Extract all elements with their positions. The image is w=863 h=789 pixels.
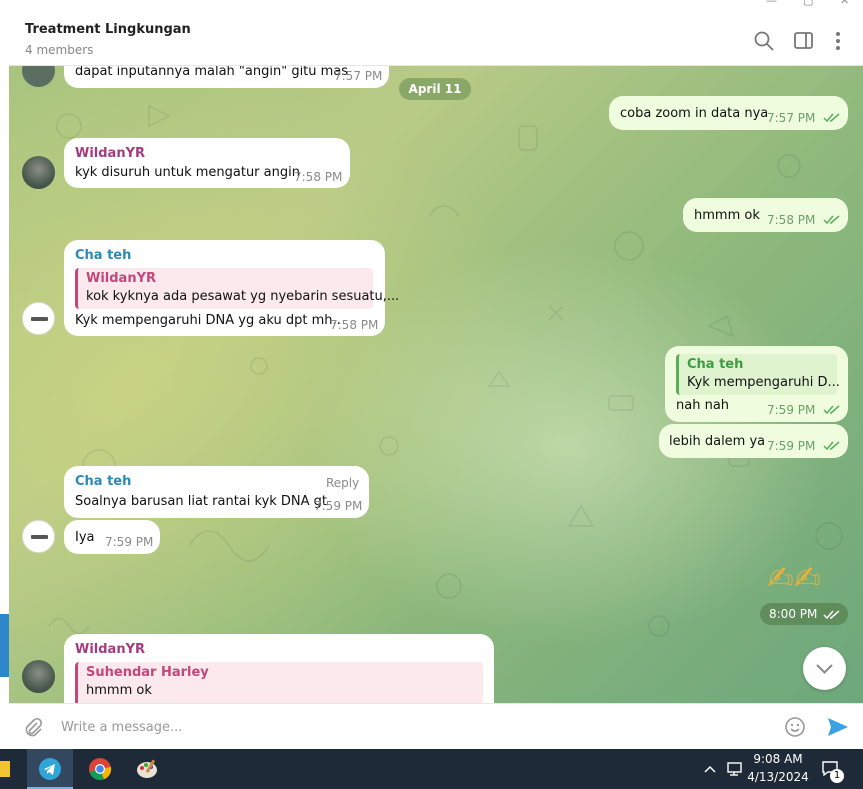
sender-name[interactable]: Cha teh	[75, 248, 131, 263]
message-text: Soalnya barusan liat rantai kyk DNA gt	[75, 494, 328, 509]
quote-sender: Cha teh	[687, 357, 744, 372]
read-checkmark-icon	[823, 610, 840, 620]
message-input[interactable]: Write a message...	[61, 720, 182, 735]
quote-text: kok kyknya ada pesawat yg nyebarin sesua…	[86, 289, 400, 304]
chrome-icon	[89, 758, 112, 781]
reply-quote[interactable]: WildanYR kok kyknya ada pesawat yg nyeba…	[75, 268, 399, 309]
reply-quote[interactable]: Cha teh Kyk mempengaruhi D...	[676, 354, 840, 395]
network-icon[interactable]	[726, 761, 744, 777]
read-checkmark-icon	[823, 215, 840, 225]
avatar[interactable]	[22, 660, 55, 693]
read-checkmark-icon	[823, 405, 840, 415]
taskbar-chrome[interactable]	[77, 749, 123, 789]
emoji-icon[interactable]	[784, 716, 806, 738]
avatar[interactable]	[22, 302, 55, 335]
message-bubble[interactable]: Cha teh WildanYR kok kyknya ada pesawat …	[64, 240, 399, 336]
paint-icon	[137, 759, 157, 778]
read-checkmark-icon	[823, 441, 840, 451]
notification-count-badge: 1	[830, 769, 844, 783]
message-time: 7:57 PM	[767, 111, 816, 125]
avatar[interactable]	[22, 520, 55, 553]
chat-title: Treatment Lingkungan	[25, 22, 191, 37]
close-button[interactable]: ✕	[840, 0, 849, 7]
emoji-time-pill: 8:00 PM	[760, 603, 848, 625]
sender-name[interactable]: WildanYR	[75, 146, 145, 161]
message-time: 7:59 PM	[767, 403, 816, 417]
more-vertical-icon[interactable]	[827, 30, 849, 52]
taskbar-time[interactable]: 9:08 AM	[752, 752, 804, 766]
message-text: nah nah	[676, 398, 730, 413]
reply-label[interactable]: Reply	[326, 476, 359, 490]
chevron-up-icon[interactable]	[703, 763, 717, 775]
emoji-message[interactable]: ✍✍	[767, 559, 821, 597]
maximize-button[interactable]: ▢	[803, 0, 813, 7]
message-text: Kyk mempengaruhi DNA yg aku dpt mh..	[75, 313, 341, 328]
message-bubble[interactable]: Cha teh Reply Soalnya barusan liat ranta…	[64, 466, 369, 518]
message-bubble-outgoing[interactable]: hmmm ok 7:58 PM	[683, 198, 848, 232]
message-text: dapat inputannya malah "angin" gitu mas	[75, 66, 349, 79]
quote-sender: WildanYR	[86, 271, 157, 286]
message-text: coba zoom in data nya	[620, 106, 769, 121]
message-text: Iya	[75, 530, 95, 545]
read-checkmark-icon	[823, 113, 840, 123]
member-count: 4 members	[25, 43, 94, 57]
message-time: 7:58 PM	[294, 170, 343, 184]
chevron-down-icon	[816, 664, 833, 674]
scroll-to-bottom-button[interactable]	[803, 647, 846, 690]
message-bubble[interactable]: dapat inputannya malah "angin" gitu mas …	[64, 66, 389, 88]
minimize-button[interactable]: —	[766, 0, 777, 7]
file-explorer-icon[interactable]	[0, 761, 10, 777]
message-time: 7:59 PM	[105, 535, 154, 549]
message-time: 7:59 PM	[314, 499, 363, 513]
message-time: 7:57 PM	[334, 69, 383, 83]
message-time: 7:58 PM	[767, 213, 816, 227]
composer[interactable]: Write a message...	[9, 703, 863, 750]
taskbar-paint[interactable]	[124, 749, 170, 789]
message-bubble-outgoing[interactable]: lebih dalem ya 7:59 PM	[659, 424, 848, 458]
quote-sender: Suhendar Harley	[86, 665, 209, 680]
message-text: kyk disuruh untuk mengatur angin	[75, 165, 300, 180]
sender-name[interactable]: Cha teh	[75, 474, 131, 489]
search-icon[interactable]	[753, 30, 775, 52]
chat-header[interactable]: Treatment Lingkungan 4 members	[9, 12, 863, 66]
sidebar-toggle-icon[interactable]	[793, 30, 815, 52]
avatar[interactable]	[22, 156, 55, 189]
quote-text: hmmm ok	[86, 683, 152, 698]
message-bubble[interactable]: WildanYR kyk disuruh untuk mengatur angi…	[64, 138, 350, 188]
attach-icon[interactable]	[23, 717, 43, 737]
taskbar-date[interactable]: 4/13/2024	[745, 770, 811, 784]
message-text: hmmm ok	[694, 208, 760, 223]
taskbar-telegram[interactable]	[27, 749, 73, 789]
message-time: 7:58 PM	[330, 318, 379, 332]
message-time: 7:59 PM	[767, 439, 816, 453]
message-time: 8:00 PM	[769, 607, 818, 621]
telegram-icon	[39, 758, 61, 780]
date-separator: April 11	[399, 78, 471, 100]
message-bubble-outgoing[interactable]: coba zoom in data nya 7:57 PM	[609, 96, 848, 130]
left-panel-selection[interactable]	[0, 614, 9, 677]
message-area[interactable]: April 11 dapat inputannya malah "angin" …	[9, 66, 863, 703]
send-icon[interactable]	[826, 716, 850, 738]
message-text: lebih dalem ya	[669, 434, 766, 449]
sender-name[interactable]: WildanYR	[75, 642, 145, 657]
message-bubble-outgoing[interactable]: Cha teh Kyk mempengaruhi D... nah nah 7:…	[665, 346, 848, 422]
window-titlebar: — ▢ ✕	[0, 0, 863, 12]
message-bubble[interactable]: WildanYR Suhendar Harley hmmm ok	[64, 634, 494, 703]
reply-quote[interactable]: Suhendar Harley hmmm ok	[75, 662, 483, 703]
message-bubble[interactable]: Iya 7:59 PM	[64, 520, 160, 554]
quote-text: Kyk mempengaruhi D...	[687, 375, 840, 390]
windows-taskbar: 9:08 AM 4/13/2024 1	[0, 749, 863, 789]
